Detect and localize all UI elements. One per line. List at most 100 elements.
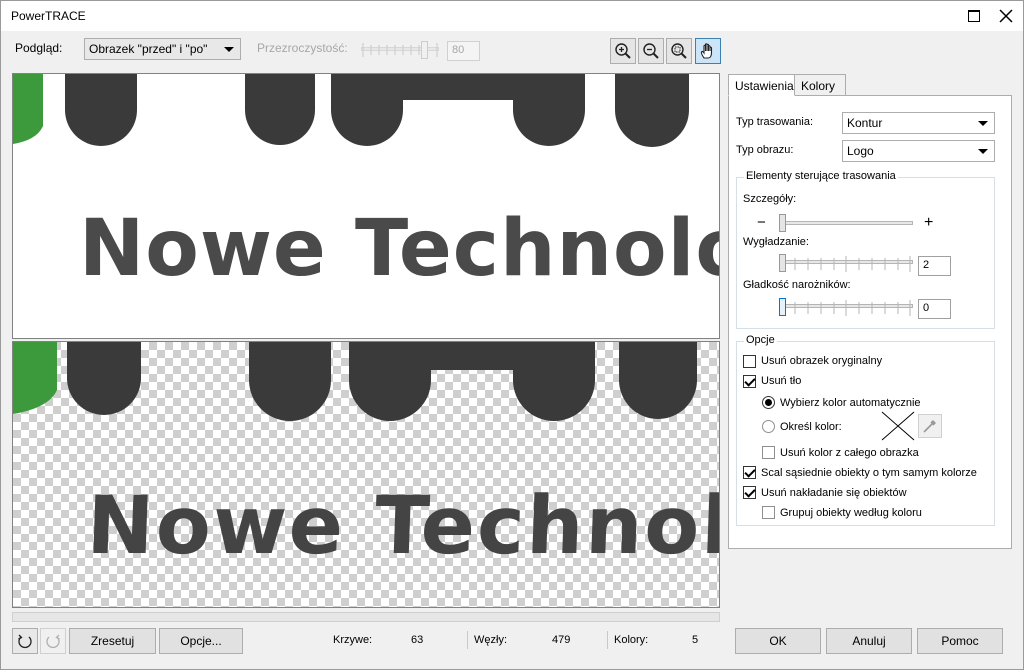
ok-button[interactable]: OK — [735, 628, 821, 654]
close-button[interactable] — [991, 1, 1021, 31]
colors-label: Kolory: — [614, 634, 649, 646]
logo-text-after: Nowe Technolo — [85, 479, 720, 572]
transparency-value[interactable]: 80 — [447, 41, 480, 61]
trace-controls-group: Elementy sterujące trasowania Szczegóły:… — [736, 170, 995, 329]
trace-type-select[interactable]: Kontur — [842, 112, 995, 134]
detail-label: Szczegóły: — [743, 193, 797, 205]
status-separator — [607, 631, 608, 649]
status-separator — [467, 631, 468, 649]
corner-smoothness-value[interactable]: 0 — [918, 299, 951, 319]
preview-mode-value: Obrazek "przed" i "po" — [89, 42, 208, 56]
detail-slider-thumb[interactable] — [779, 214, 786, 232]
smoothing-slider[interactable] — [779, 254, 913, 274]
eyedropper-button[interactable] — [918, 414, 942, 438]
specify-color-label: Określ kolor: — [780, 421, 842, 433]
logo-dark-tooth — [619, 342, 697, 419]
detail-slider[interactable] — [779, 214, 913, 234]
smoothing-slider-thumb[interactable] — [779, 254, 786, 272]
zoom-fit-icon — [671, 43, 687, 59]
tab-settings[interactable]: Ustawienia — [728, 74, 795, 96]
remove-background-label: Usuń tło — [761, 375, 802, 387]
zoom-in-icon — [615, 43, 631, 59]
pan-tool-button[interactable] — [695, 38, 721, 64]
trace-type-value: Kontur — [847, 116, 883, 130]
corner-smoothness-label: Gładkość narożników: — [743, 279, 851, 291]
auto-color-radio[interactable] — [762, 396, 775, 409]
preview-mode-select[interactable]: Obrazek "przed" i "po" — [84, 38, 241, 60]
preview-label: Podgląd: — [15, 41, 63, 55]
corner-smoothness-slider[interactable] — [779, 298, 913, 318]
colors-value: 5 — [692, 634, 699, 646]
reset-button[interactable]: Zresetuj — [69, 628, 156, 654]
smoothing-value[interactable]: 2 — [918, 256, 951, 276]
transparency-slider[interactable] — [361, 41, 441, 59]
undo-button[interactable] — [12, 628, 38, 654]
remove-background-checkbox[interactable] — [743, 375, 756, 388]
remove-overlap-label: Usuń nakładanie się obiektów — [761, 487, 907, 499]
logo-dark-tooth — [249, 342, 331, 421]
chevron-down-icon — [978, 148, 988, 154]
window-title: PowerTRACE — [11, 9, 86, 23]
undo-icon — [18, 634, 32, 649]
logo-dark-tooth — [615, 74, 689, 147]
detail-plus-icon[interactable]: + — [924, 214, 933, 232]
corner-slider-thumb[interactable] — [779, 298, 786, 316]
auto-color-label: Wybierz kolor automatycznie — [780, 397, 921, 409]
preview-after-pane[interactable]: Nowe Technolo — [12, 341, 720, 608]
merge-adjacent-checkbox[interactable] — [743, 466, 756, 479]
preview-before-pane[interactable]: Nowe Technolo — [12, 73, 720, 339]
group-by-color-checkbox[interactable] — [762, 506, 775, 519]
logo-dark-tooth — [65, 74, 137, 146]
chevron-down-icon — [224, 46, 234, 52]
remove-original-label: Usuń obrazek oryginalny — [761, 355, 883, 367]
logo-text-before: Nowe Technolo — [79, 204, 720, 294]
smoothing-label: Wygładzanie: — [743, 236, 809, 248]
curves-value: 63 — [411, 634, 424, 646]
transparency-slider-ticks — [362, 43, 438, 57]
tab-colors[interactable]: Kolory — [795, 74, 846, 96]
logo-dark-bridge — [331, 74, 585, 146]
transparency-label: Przezroczystość: — [257, 41, 348, 55]
logo-dark-tooth — [245, 74, 315, 145]
nodes-label: Węzły: — [474, 634, 507, 646]
logo-green-shape — [13, 74, 43, 144]
zoom-in-button[interactable] — [610, 38, 636, 64]
detail-slider-track — [779, 221, 913, 225]
maximize-icon — [968, 10, 980, 22]
cancel-button[interactable]: Anuluj — [826, 628, 912, 654]
detail-minus-icon[interactable]: − — [757, 214, 766, 231]
zoom-out-button[interactable] — [638, 38, 664, 64]
image-type-select[interactable]: Logo — [842, 140, 995, 162]
options-group-title: Opcje — [744, 334, 777, 346]
logo-dark-bridge — [349, 342, 595, 421]
zoom-fit-button[interactable] — [666, 38, 692, 64]
corner-slider-ticks — [781, 300, 911, 316]
specify-color-radio[interactable] — [762, 420, 775, 433]
help-button[interactable]: Pomoc — [917, 628, 1003, 654]
options-button[interactable]: Opcje... — [159, 628, 243, 654]
maximize-button[interactable] — [959, 1, 989, 31]
nodes-value: 479 — [552, 634, 571, 646]
remove-overlap-checkbox[interactable] — [743, 486, 756, 499]
trace-type-label: Typ trasowania: — [736, 116, 814, 128]
chevron-down-icon — [978, 120, 988, 126]
curves-label: Krzywe: — [333, 634, 373, 646]
title-bar: PowerTRACE — [1, 1, 1023, 31]
no-color-swatch[interactable] — [881, 411, 915, 441]
redo-button[interactable] — [40, 628, 66, 654]
preview-horizontal-scrollbar[interactable] — [12, 612, 720, 622]
zoom-out-icon — [643, 43, 659, 59]
remove-color-whole-checkbox[interactable] — [762, 446, 775, 459]
image-type-label: Typ obrazu: — [736, 144, 794, 156]
pan-hand-icon — [700, 43, 713, 59]
transparency-slider-thumb[interactable] — [421, 41, 428, 59]
options-group: Opcje Usuń obrazek oryginalny Usuń tło W… — [736, 334, 995, 526]
logo-green-shape — [13, 342, 57, 414]
remove-color-whole-label: Usuń kolor z całego obrazka — [780, 447, 919, 459]
eyedropper-icon — [923, 420, 936, 433]
group-by-color-label: Grupuj obiekty według koloru — [780, 507, 922, 519]
smoothing-slider-ticks — [781, 256, 911, 272]
image-type-value: Logo — [847, 144, 874, 158]
powertrace-dialog: PowerTRACE Podgląd: Obrazek "przed" i "p… — [0, 0, 1024, 670]
remove-original-checkbox[interactable] — [743, 355, 756, 368]
